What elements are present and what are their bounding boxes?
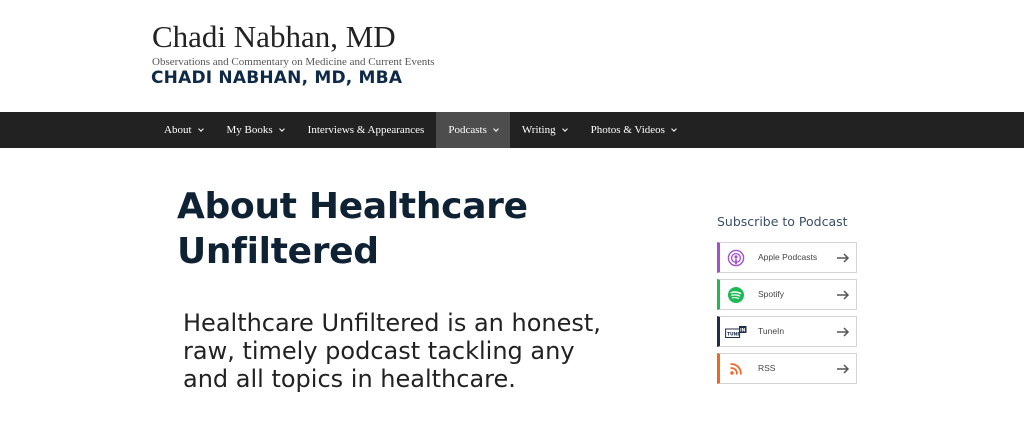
nav-item-label: Interviews & Appearances bbox=[307, 124, 425, 136]
apple-podcasts-icon bbox=[727, 249, 745, 267]
rss-icon bbox=[730, 363, 742, 375]
chevron-down-icon bbox=[197, 125, 204, 132]
nav-item-label: Writing bbox=[521, 124, 556, 136]
apple-podcasts-button[interactable]: Apple Podcasts bbox=[717, 242, 857, 273]
arrow-right-icon bbox=[837, 290, 850, 300]
nav-item-podcasts[interactable]: Podcasts bbox=[436, 112, 510, 148]
site-header: Chadi Nabhan, MD Observations and Commen… bbox=[0, 0, 1024, 112]
button-label: Apple Podcasts bbox=[758, 252, 818, 262]
site-logo[interactable]: CHADI NABHAN, MD, MBA bbox=[151, 68, 402, 88]
site-tagline: Observations and Commentary on Medicine … bbox=[152, 56, 435, 68]
arrow-right-icon bbox=[837, 253, 850, 263]
button-label: TuneIn bbox=[758, 326, 785, 336]
chevron-down-icon bbox=[561, 125, 568, 132]
nav-item-writing[interactable]: Writing bbox=[510, 112, 579, 148]
svg-text:TUNE: TUNE bbox=[727, 331, 740, 337]
main-navigation: About My Books Interviews & Appearances … bbox=[0, 112, 1024, 148]
chevron-down-icon bbox=[671, 125, 677, 132]
svg-text:IN: IN bbox=[740, 327, 746, 333]
spotify-button[interactable]: Spotify bbox=[717, 279, 857, 310]
tunein-button[interactable]: TUNE IN TuneIn bbox=[717, 316, 857, 347]
nav-item-my-books[interactable]: My Books bbox=[215, 112, 296, 148]
chevron-down-icon bbox=[278, 125, 285, 132]
site-title[interactable]: Chadi Nabhan, MD bbox=[152, 19, 396, 55]
arrow-right-icon bbox=[837, 327, 850, 337]
nav-item-label: My Books bbox=[226, 124, 273, 136]
page-title: About Healthcare Unfiltered bbox=[177, 186, 528, 272]
nav-item-about[interactable]: About bbox=[152, 112, 215, 148]
button-label: RSS bbox=[758, 363, 776, 373]
nav-item-label: About bbox=[164, 124, 192, 136]
spotify-icon bbox=[728, 287, 744, 303]
rss-button[interactable]: RSS bbox=[717, 353, 857, 384]
intro-text: Healthcare Unfiltered is an honest, raw,… bbox=[183, 309, 601, 393]
chevron-down-icon bbox=[493, 125, 499, 132]
nav-item-interviews-appearances[interactable]: Interviews & Appearances bbox=[296, 112, 437, 148]
nav-item-label: Podcasts bbox=[448, 124, 487, 136]
tunein-icon: TUNE IN bbox=[725, 326, 747, 338]
button-label: Spotify bbox=[758, 289, 784, 299]
arrow-right-icon bbox=[837, 364, 850, 374]
nav-item-label: Photos & Videos bbox=[590, 124, 665, 136]
subscribe-heading: Subscribe to Podcast bbox=[717, 214, 848, 229]
nav-item-photos-videos[interactable]: Photos & Videos bbox=[579, 112, 688, 148]
